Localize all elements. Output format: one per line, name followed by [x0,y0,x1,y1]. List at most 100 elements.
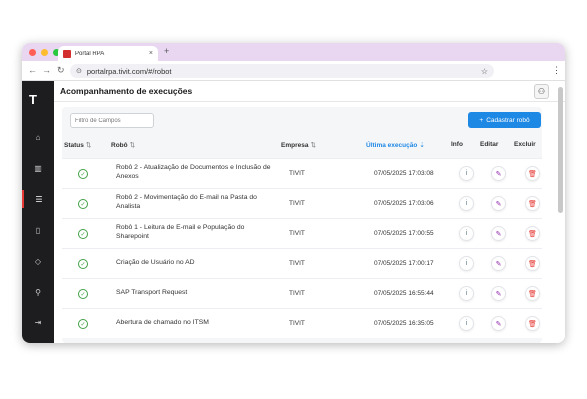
info-icon[interactable]: i [459,286,474,301]
bookmark-star-icon[interactable]: ☆ [481,67,488,76]
edit-icon[interactable]: ✎ [491,226,506,241]
status-ok-icon: ✓ [78,319,88,329]
ultima-execucao-cell: 07/05/2025 17:00:17 [374,260,434,267]
robot-name: Robô 1 - Leitura de E-mail e População d… [116,224,245,240]
table-header: Status ⇅ Robô ⇅ Empresa ⇅ Última execução ⇣ … [62,134,542,158]
status-ok-icon: ✓ [78,169,88,179]
user-profile-button[interactable]: ⚇ [534,84,549,99]
sidebar-item-documents[interactable]: ▯ [22,221,54,239]
url-text[interactable]: portalrpa.tivit.com/#/robot [87,67,481,76]
minimize-window-button[interactable] [41,49,48,56]
sort-icon[interactable]: ⇅ [86,142,91,149]
robot-name: Robô 2 - Atualização de Documentos e Inc… [116,164,271,180]
back-icon[interactable]: ← [28,65,37,75]
sort-icon[interactable]: ⇅ [310,142,315,149]
empresa-cell: TIVIT [289,170,305,177]
user-icon: ⚇ [537,87,546,96]
delete-icon[interactable]: 🗑 [525,316,540,331]
table-row[interactable]: ✓ Robô 1 - Leitura de E-mail e População … [62,218,542,248]
delete-icon[interactable]: 🗑 [525,196,540,211]
sidebar-item-executions[interactable]: ☰ [22,190,54,208]
delete-icon[interactable]: 🗑 [525,256,540,271]
info-icon[interactable]: i [459,256,474,271]
add-robot-button[interactable]: + Cadastrar robô [468,112,541,128]
empresa-cell: TIVIT [289,230,305,237]
column-robo[interactable]: Robô ⇅ [111,141,135,149]
column-ultima-execucao[interactable]: Última execução ⇣ [366,141,425,149]
empresa-cell: TIVIT [289,260,305,267]
table-row[interactable]: ✓ Abertura de chamado no ITSM TIVIT 07/05/2… [62,308,542,338]
table-row[interactable]: ✓ Criação de Usuário no AD TIVIT 07/05/2025… [62,248,542,278]
browser-tabbar: Portal RPA × + [22,43,565,61]
window-controls [29,49,60,56]
delete-icon[interactable]: 🗑 [525,226,540,241]
reload-icon[interactable]: ↻ [57,65,65,76]
column-excluir: Excluir [514,141,536,148]
info-icon[interactable]: i [459,226,474,241]
logout-icon: ⇥ [34,317,42,327]
page-title: Acompanhamento de execuções [60,86,193,96]
table-row[interactable]: ✓ Robô 2 - Movimentação do E-mail na Past… [62,188,542,218]
page-header: Acompanhamento de execuções ⚇ [54,81,565,102]
delete-icon[interactable]: 🗑 [525,286,540,301]
page-scrollbar[interactable] [558,87,563,213]
robot-name: Robô 2 - Movimentação do E-mail na Pasta… [116,194,257,210]
tivit-logo: T [29,92,37,107]
main-content: Acompanhamento de execuções ⚇ + Cadastra… [54,81,565,343]
edit-icon[interactable]: ✎ [491,166,506,181]
ultima-execucao-cell: 07/05/2025 16:35:05 [374,320,434,327]
sort-icon[interactable]: ⇅ [130,142,135,149]
column-status[interactable]: Status ⇅ [64,141,91,149]
status-ok-icon: ✓ [78,259,88,269]
sort-desc-icon[interactable]: ⇣ [419,142,424,149]
favicon-icon [63,49,71,58]
add-robot-label: Cadastrar robô [486,116,530,124]
filter-input[interactable] [70,113,154,128]
ultima-execucao-cell: 07/05/2025 17:03:06 [374,200,434,207]
site-info-icon[interactable]: ⊙ [76,67,82,75]
sidebar: T ⌂ ▥ ☰ ▯ ◇ ⚲ ⇥ [22,81,54,343]
edit-icon[interactable]: ✎ [491,196,506,211]
sidebar-item-dashboard[interactable]: ▥ [22,159,54,177]
status-ok-icon: ✓ [78,199,88,209]
info-icon[interactable]: i [459,196,474,211]
status-ok-icon: ✓ [78,229,88,239]
sidebar-item-logout[interactable]: ⇥ [22,313,54,331]
new-tab-button[interactable]: + [164,46,169,56]
robot-name: Criação de Usuário no AD [116,259,195,266]
plus-icon: + [479,116,484,124]
edit-icon[interactable]: ✎ [491,256,506,271]
robot-name: Abertura de chamado no ITSM [116,319,209,326]
edit-icon[interactable]: ✎ [491,286,506,301]
home-icon: ⌂ [35,132,41,142]
sidebar-item-search[interactable]: ⚲ [22,283,54,301]
table-row[interactable]: ✓ Robô 2 - Atualização de Documentos e In… [62,158,542,188]
ultima-execucao-cell: 07/05/2025 16:55:44 [374,290,434,297]
document-icon: ▯ [35,225,41,235]
executions-panel: + Cadastrar robô Status⇅ Robô⇅ Empresa⇅ … [62,107,542,343]
sidebar-item-home[interactable]: ⌂ [22,128,54,146]
list-icon: ☰ [35,194,43,204]
app-root: T ⌂ ▥ ☰ ▯ ◇ ⚲ ⇥ Acompanhamento de execuç… [22,81,565,343]
edit-icon[interactable]: ✎ [491,316,506,331]
sidebar-item-tags[interactable]: ◇ [22,252,54,270]
forward-icon[interactable]: → [42,65,51,75]
browser-tab[interactable]: Portal RPA × [58,46,158,61]
address-bar[interactable]: ⊙ portalrpa.tivit.com/#/robot ☆ [70,64,494,78]
info-icon[interactable]: i [459,316,474,331]
column-empresa[interactable]: Empresa ⇅ [281,141,316,149]
chart-icon: ▥ [34,163,42,173]
table-row[interactable]: ✓ SAP Transport Request TIVIT 07/05/2025 16… [62,278,542,308]
info-icon[interactable]: i [459,166,474,181]
browser-toolbar: ← → ↻ ⊙ portalrpa.tivit.com/#/robot ☆ ⋮ [22,61,565,81]
close-window-button[interactable] [29,49,36,56]
empresa-cell: TIVIT [289,290,305,297]
close-tab-icon[interactable]: × [149,50,153,57]
browser-menu-icon[interactable]: ⋮ [552,65,561,76]
browser-window: Portal RPA × + ← → ↻ ⊙ portalrpa.tivit.c… [22,43,565,343]
tab-title: Portal RPA [75,50,105,57]
ultima-execucao-cell: 07/05/2025 17:00:55 [374,230,434,237]
ultima-execucao-cell: 07/05/2025 17:03:08 [374,170,434,177]
delete-icon[interactable]: 🗑 [525,166,540,181]
search-icon: ⚲ [35,287,41,297]
